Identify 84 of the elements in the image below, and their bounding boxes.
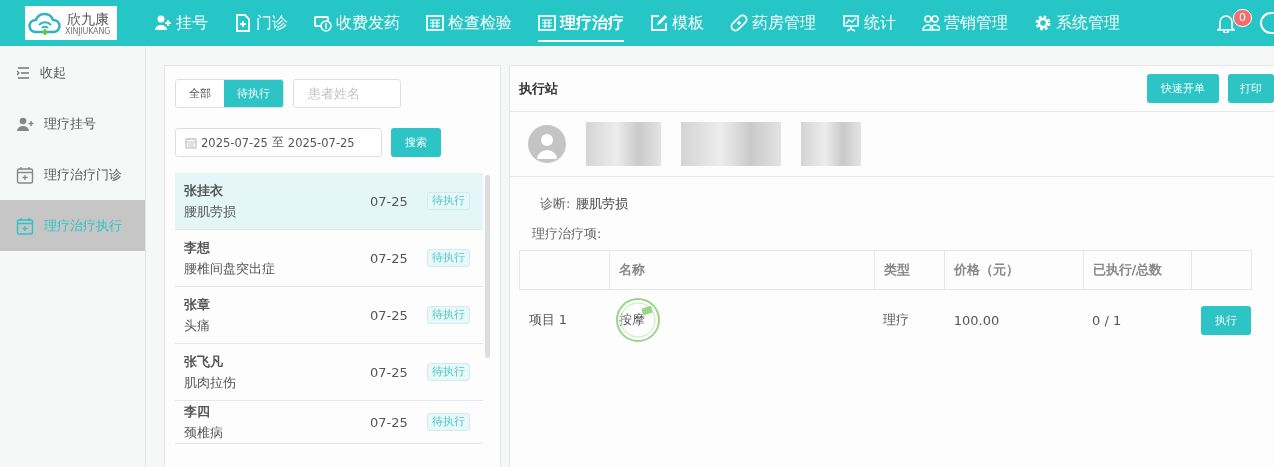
execute-button[interactable]: 执行 — [1200, 305, 1251, 335]
column-header: 类型 — [874, 250, 945, 290]
edit-icon — [650, 14, 668, 32]
document-plus-icon — [234, 14, 252, 32]
table-cell: 按摩 — [618, 311, 645, 329]
nav-tab[interactable]: 营销管理 — [922, 0, 1008, 46]
sidebar-item[interactable]: 理疗治疗门诊 — [0, 149, 145, 200]
status-tag: 待执行 — [427, 249, 470, 267]
calculator-icon — [426, 14, 444, 32]
status-tag: 待执行 — [427, 192, 470, 210]
nav-tab[interactable]: 理疗治疗 — [538, 4, 624, 42]
avatar-icon — [528, 125, 566, 163]
patient-row[interactable]: 李四 颈椎病 07-25 待执行 — [175, 401, 483, 444]
gear-icon — [1034, 14, 1052, 32]
user-plus-icon — [154, 14, 172, 32]
items-label: 理疗治疗项: — [532, 225, 603, 243]
patient-name: 李想 — [184, 238, 211, 257]
status-tag: 待执行 — [427, 413, 470, 431]
nav-tab[interactable]: 模板 — [650, 0, 704, 46]
scrollbar[interactable] — [485, 175, 490, 358]
patient-row[interactable]: 张章 头痛 07-25 待执行 — [175, 287, 483, 344]
avatar-icon[interactable] — [1260, 12, 1274, 34]
nav-tab[interactable]: 检查检验 — [426, 0, 512, 46]
status-tag: 待执行 — [427, 306, 470, 324]
header-button[interactable]: 打印 — [1228, 74, 1274, 103]
nav-tab[interactable]: 门诊 — [234, 0, 288, 46]
notification-badge: 0 — [1233, 9, 1252, 27]
sidebar-item[interactable]: 理疗治疗执行 — [0, 200, 145, 251]
patient-name: 张挂衣 — [184, 181, 224, 200]
patient-row[interactable]: 李想 腰椎间盘突出症 07-25 待执行 — [175, 230, 483, 287]
collapse-icon — [16, 67, 30, 79]
diagnosis-value: 腰肌劳损 — [576, 195, 629, 213]
visit-date: 07-25 — [370, 307, 409, 323]
nav-tab[interactable]: 挂号 — [154, 0, 208, 46]
cloud-wifi-icon — [28, 10, 62, 36]
patient-name-field[interactable]: 患者姓名 — [293, 79, 401, 108]
visit-date: 07-25 — [370, 193, 409, 209]
bell-icon[interactable] — [1217, 13, 1235, 33]
nav-tab[interactable]: 收费发药 — [314, 0, 400, 46]
patient-row[interactable]: 张飞凡 肌肉拉伤 07-25 待执行 — [175, 344, 483, 401]
collapse-menu-item[interactable]: 收起 — [0, 48, 145, 98]
patient-row[interactable]: 张挂衣 腰肌劳损 07-25 待执行 — [175, 173, 483, 230]
sidebar-item[interactable]: 理疗挂号 — [0, 98, 145, 149]
column-header: 名称 — [609, 250, 875, 290]
collapse-label: 收起 — [40, 64, 66, 82]
visit-date: 07-25 — [370, 364, 409, 380]
table-cell: 100.00 — [944, 289, 1084, 350]
nav-tab[interactable]: 系统管理 — [1034, 0, 1120, 46]
users-icon — [922, 14, 940, 32]
diagnosis-label: 诊断: — [540, 195, 571, 213]
calendar-icon — [185, 136, 197, 149]
chart-board-icon — [842, 14, 860, 32]
redacted-block — [801, 122, 861, 166]
visit-date: 07-25 — [370, 250, 409, 266]
patient-name: 李四 — [184, 402, 211, 421]
table-cell: 0 / 1 — [1083, 289, 1192, 350]
visit-date: 07-25 — [370, 414, 409, 430]
patient-diagnosis: 颈椎病 — [184, 424, 224, 442]
calendar-plus-icon — [16, 216, 34, 235]
table-cell: 项目 1 — [519, 289, 610, 350]
column-header: 价格（元） — [944, 250, 1084, 290]
calendar-plus-icon — [16, 165, 34, 184]
filter-tab[interactable]: 待执行 — [224, 80, 283, 107]
calculator-icon — [538, 14, 556, 32]
logo-name: 欣九康 — [66, 10, 109, 27]
patient-name: 张飞凡 — [184, 352, 224, 371]
column-header: 已执行/总数 — [1083, 250, 1192, 290]
nav-tab[interactable]: 药房管理 — [730, 0, 816, 46]
patient-diagnosis: 腰椎间盘突出症 — [184, 260, 276, 278]
search-button[interactable]: 搜索 — [391, 128, 441, 157]
bandage-icon — [730, 14, 748, 32]
user-plus-icon — [16, 116, 34, 131]
logo-subtitle: XINJIUKANG — [65, 26, 111, 36]
logo[interactable]: 欣九康 XINJIUKANG — [25, 6, 117, 40]
patient-diagnosis: 腰肌劳损 — [184, 203, 237, 221]
panel-title: 执行站 — [519, 79, 558, 98]
patient-diagnosis: 肌肉拉伤 — [184, 374, 237, 392]
header-button[interactable]: 快速开单 — [1147, 74, 1219, 103]
status-tag: 待执行 — [427, 363, 470, 381]
patient-diagnosis: 头痛 — [184, 317, 211, 335]
date-range-field[interactable]: 2025-07-25 至 2025-07-25 — [175, 128, 382, 157]
nav-tab[interactable]: 统计 — [842, 0, 896, 46]
table-cell: 理疗 — [874, 289, 945, 350]
patient-name: 张章 — [184, 295, 211, 314]
